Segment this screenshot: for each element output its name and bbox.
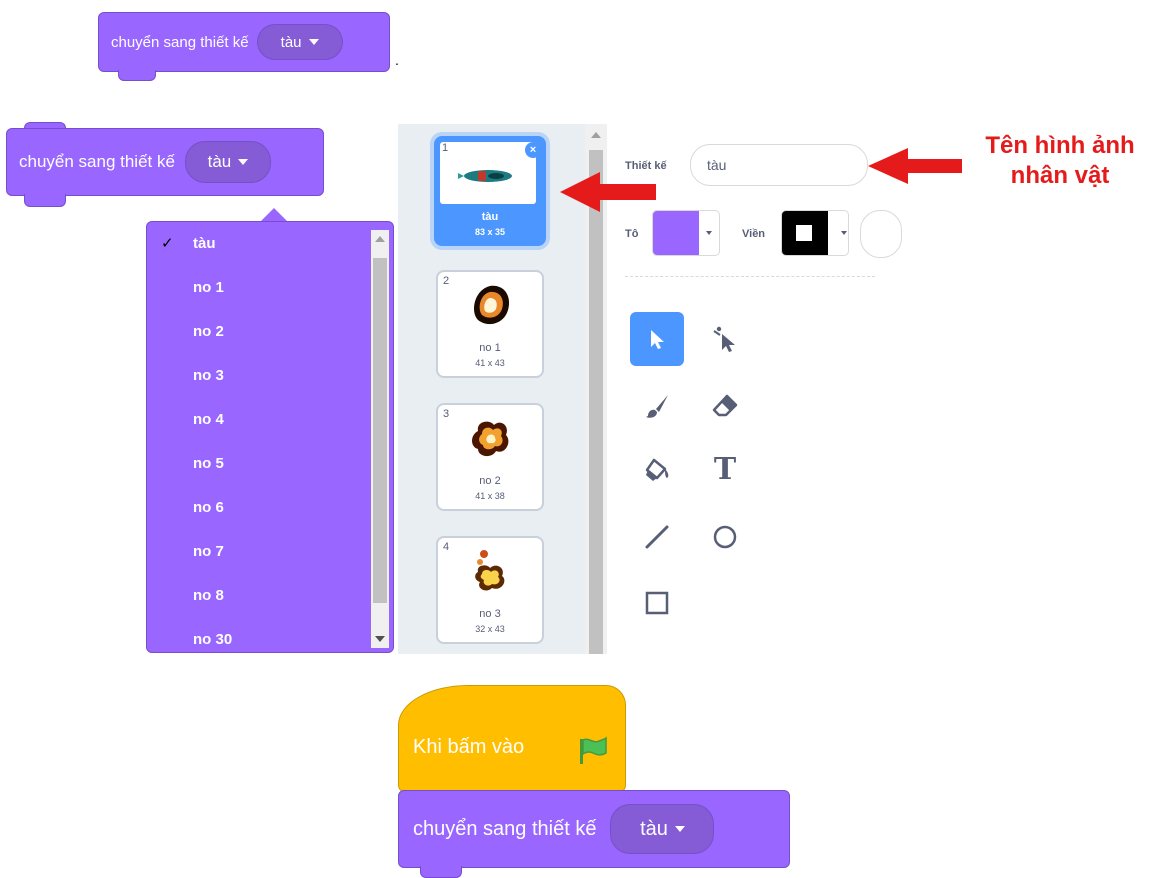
explosion-icon xyxy=(475,550,505,591)
divider xyxy=(625,276,875,277)
block-notch xyxy=(24,194,66,207)
reshape-tool[interactable] xyxy=(698,312,752,366)
costume-item-selected[interactable]: 1 × tàu 83 x 35 xyxy=(434,136,546,246)
pill-value: tàu xyxy=(280,33,302,51)
when-flag-clicked-block[interactable]: Khi bấm vào xyxy=(398,685,626,793)
eraser-icon xyxy=(712,394,738,417)
dropdown-scroll-thumb[interactable] xyxy=(373,258,387,603)
switch-costume-block-top[interactable]: chuyển sang thiết kế tàu xyxy=(98,12,390,72)
brush-icon xyxy=(646,395,668,418)
block-text: chuyển sang thiết kế xyxy=(413,817,597,840)
costume-item[interactable]: 2 no 1 41 x 43 xyxy=(436,270,544,378)
dropdown-item[interactable]: tàu xyxy=(147,228,367,258)
chevron-down-icon xyxy=(238,159,249,165)
pill-value: tàu xyxy=(640,817,668,840)
green-flag-icon xyxy=(580,736,607,764)
rectangle-tool[interactable] xyxy=(630,576,684,630)
arrow-cursor-icon xyxy=(651,330,664,349)
scroll-up-icon[interactable] xyxy=(375,236,385,242)
delete-costume-icon[interactable]: × xyxy=(525,142,541,158)
costume-item[interactable]: 4 no 3 32 x 43 xyxy=(436,536,544,644)
costume-number: 3 xyxy=(443,408,450,420)
switch-costume-block-middle[interactable]: chuyển sang thiết kế tàu xyxy=(6,128,324,196)
outline-color-swatch xyxy=(782,211,828,255)
red-arrow-icon xyxy=(868,148,962,184)
circle-icon xyxy=(713,525,737,549)
annotation-note: Tên hình ảnh nhân vật xyxy=(960,131,1160,191)
costume-thumbnail xyxy=(440,142,536,204)
fill-color-swatch xyxy=(653,211,699,255)
costume-number: 1 xyxy=(442,142,449,154)
chevron-down-icon xyxy=(308,39,319,45)
costume-dropdown-menu: ✓ tàu no 1 no 2 no 3 no 4 no 5 no 6 no 7… xyxy=(146,221,394,653)
annotation-line-1: Tên hình ảnh xyxy=(985,132,1135,159)
eraser-tool[interactable] xyxy=(698,379,752,433)
dropdown-pointer xyxy=(260,208,288,222)
costume-size: 32 x 43 xyxy=(475,624,505,634)
rectangle-icon xyxy=(645,591,669,615)
red-arrow-icon xyxy=(560,172,656,212)
scroll-up-icon[interactable] xyxy=(591,132,601,138)
costume-name: no 1 xyxy=(479,342,501,354)
costume-number: 2 xyxy=(443,275,450,287)
pill-value: tàu xyxy=(207,152,232,171)
select-tool[interactable] xyxy=(630,312,684,366)
fill-color-picker[interactable] xyxy=(652,210,720,256)
costume-size: 83 x 35 xyxy=(474,227,506,237)
fill-label: Tô xyxy=(625,228,639,240)
dropdown-item[interactable]: no 7 xyxy=(147,536,367,566)
annotation-line-2: nhân vật xyxy=(1010,162,1110,189)
costume-name: no 2 xyxy=(479,475,501,487)
outline-label: Viền xyxy=(742,228,766,240)
chevron-down-icon xyxy=(706,231,712,235)
costume-name: tàu xyxy=(481,211,499,223)
costume-dropdown-pill[interactable]: tàu xyxy=(256,24,343,60)
dropdown-item[interactable]: no 5 xyxy=(147,448,367,478)
dropdown-item[interactable]: no 1 xyxy=(147,272,367,302)
costume-item[interactable]: 3 no 2 41 x 38 xyxy=(436,403,544,511)
line-icon xyxy=(645,525,669,549)
ship-icon xyxy=(458,170,512,182)
outline-width-input[interactable] xyxy=(860,210,902,258)
period-text: . xyxy=(395,52,399,68)
scroll-down-icon[interactable] xyxy=(375,636,385,642)
costume-name: no 3 xyxy=(479,608,501,620)
fill-tool[interactable] xyxy=(630,442,684,496)
line-tool[interactable] xyxy=(630,510,684,564)
costume-size: 41 x 38 xyxy=(475,491,505,501)
dropdown-item[interactable]: no 4 xyxy=(147,404,367,434)
reshape-icon xyxy=(713,326,735,352)
chevron-down-icon xyxy=(674,826,685,832)
block-notch xyxy=(118,70,156,81)
chevron-down-icon xyxy=(841,231,847,235)
costume-list-scroll-thumb[interactable] xyxy=(589,150,603,654)
text-t-icon: T xyxy=(713,451,737,487)
dropdown-item[interactable]: no 8 xyxy=(147,580,367,610)
block-notch xyxy=(420,866,462,878)
outline-color-picker[interactable] xyxy=(781,210,849,256)
block-text: chuyển sang thiết kế xyxy=(111,33,249,51)
dropdown-scrollbar[interactable] xyxy=(371,230,389,648)
text-tool[interactable]: T xyxy=(698,442,752,496)
paint-bucket-icon xyxy=(645,458,669,481)
event-text: Khi bấm vào xyxy=(413,736,525,758)
costume-dropdown-pill[interactable]: tàu xyxy=(184,141,271,183)
block-text: chuyển sang thiết kế xyxy=(19,152,175,171)
dropdown-item[interactable]: no 6 xyxy=(147,492,367,522)
costume-size: 41 x 43 xyxy=(475,358,505,368)
dropdown-item[interactable]: no 30 xyxy=(147,624,367,652)
costume-name-input[interactable]: tàu xyxy=(690,144,868,186)
dropdown-item[interactable]: no 3 xyxy=(147,360,367,390)
explosion-icon xyxy=(472,421,509,457)
explosion-icon xyxy=(474,285,510,325)
costume-dropdown-pill[interactable]: tàu xyxy=(610,804,715,854)
dropdown-item[interactable]: no 2 xyxy=(147,316,367,346)
costume-number: 4 xyxy=(443,541,450,553)
switch-costume-block-bottom[interactable]: chuyển sang thiết kế tàu xyxy=(398,790,790,868)
circle-tool[interactable] xyxy=(698,510,752,564)
brush-tool[interactable] xyxy=(630,379,684,433)
